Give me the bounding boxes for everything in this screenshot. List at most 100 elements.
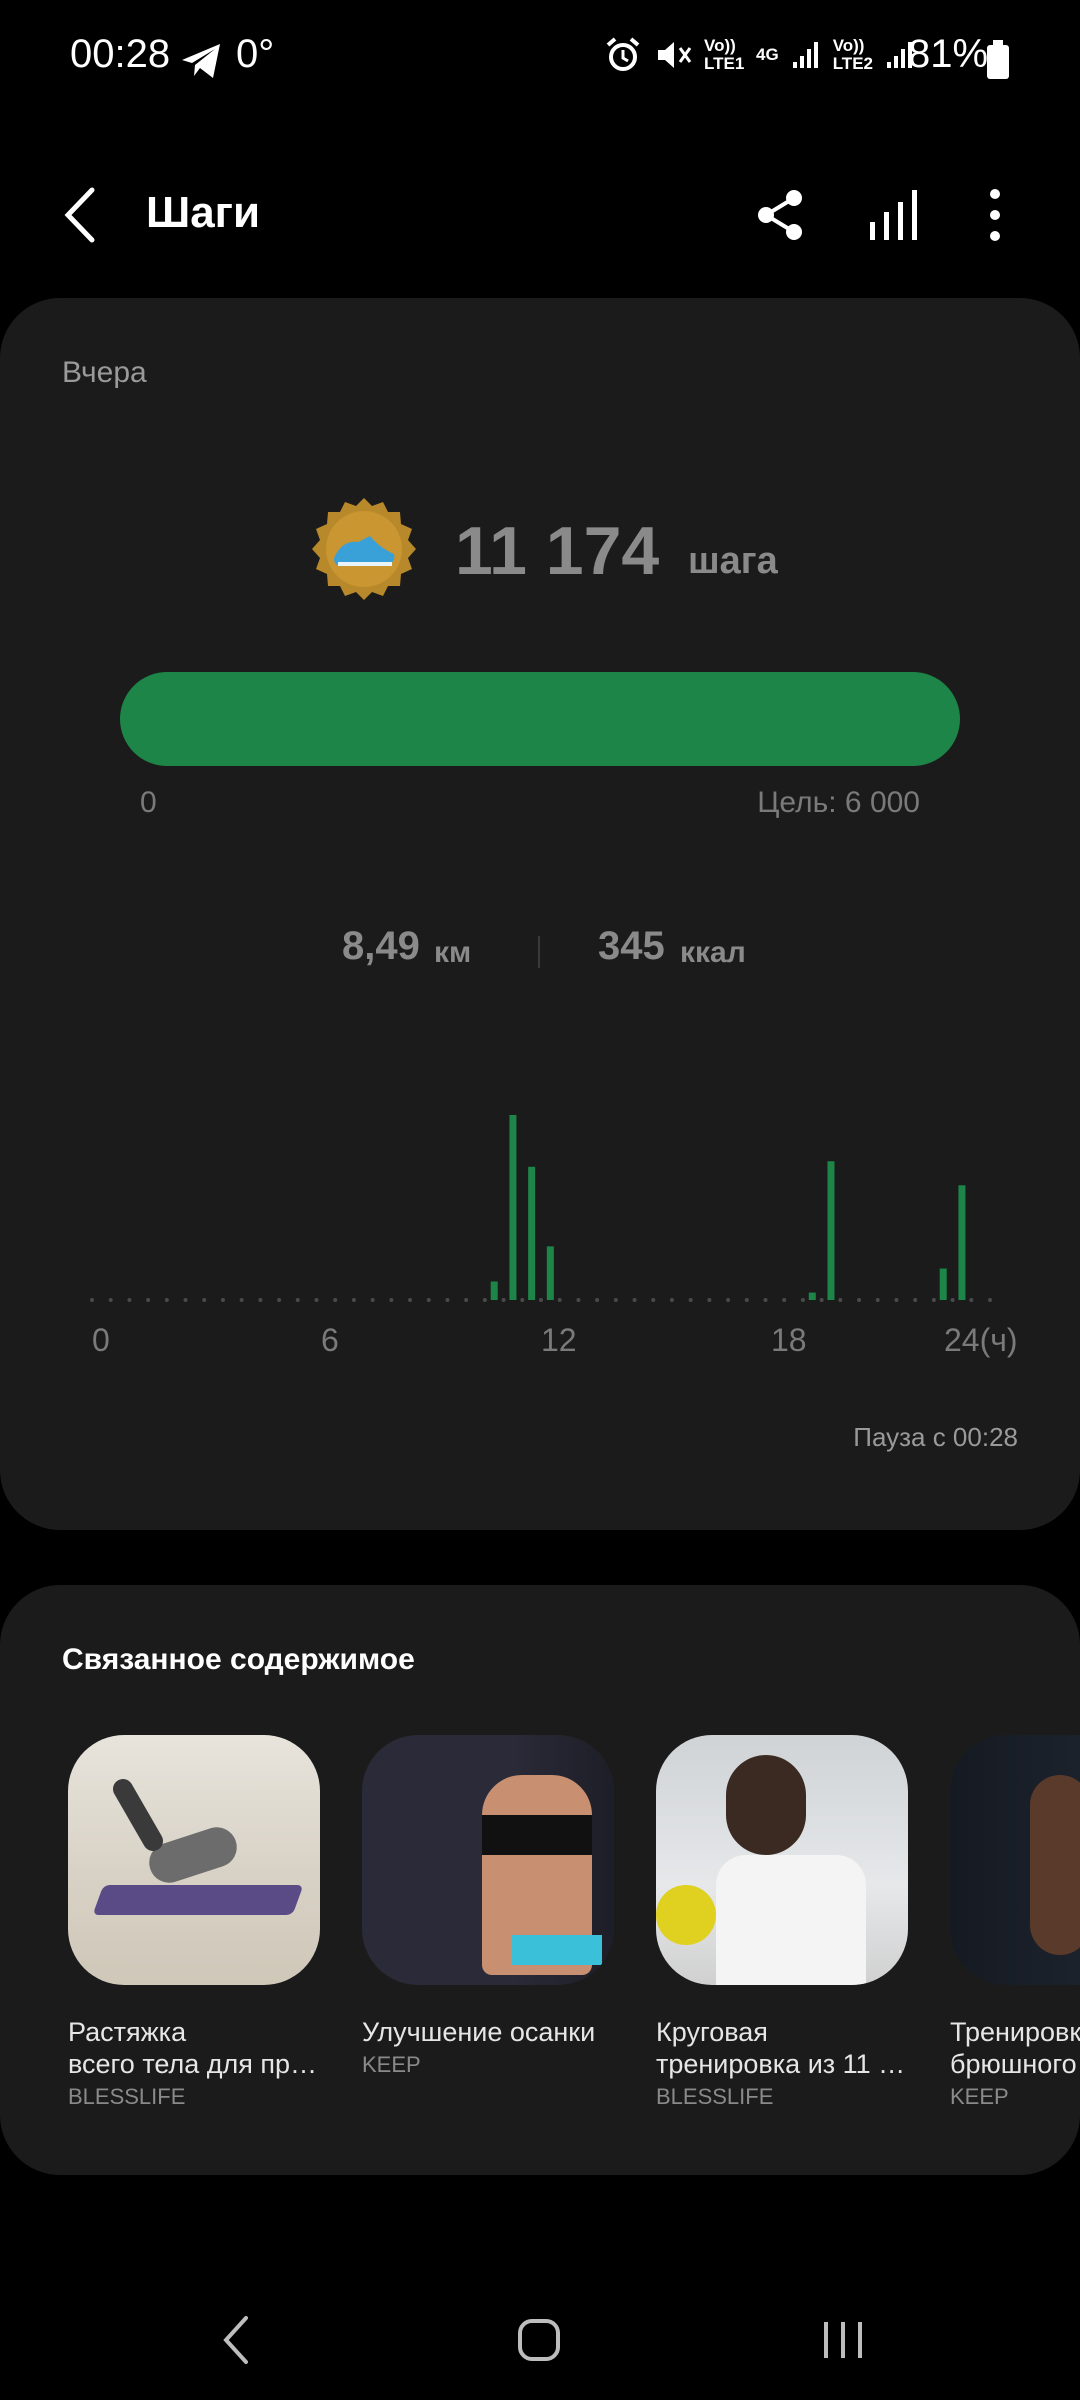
chart-baseline-dot xyxy=(183,1298,188,1302)
nav-recents-button[interactable] xyxy=(798,2300,888,2380)
chart-baseline-dot xyxy=(220,1298,225,1302)
related-item-image[interactable] xyxy=(362,1735,614,1985)
related-item-title[interactable]: Растяжка всего тела для пр… xyxy=(68,2016,317,2080)
chart-baseline-dot xyxy=(800,1298,805,1302)
chart-baseline-dot xyxy=(557,1298,562,1302)
chart-baseline-dot xyxy=(520,1298,525,1302)
4g-label: 4G xyxy=(756,45,779,64)
temperature-label: 0° xyxy=(236,32,275,76)
chart-bar xyxy=(509,1115,517,1300)
chart-baseline-dot xyxy=(669,1298,674,1302)
chart-baseline-dot xyxy=(595,1298,600,1302)
chart-bar xyxy=(808,1292,816,1300)
steps-unit: шага xyxy=(688,540,778,582)
related-item-title[interactable]: Круговая тренировка из 11 … xyxy=(656,2016,905,2080)
related-item-source: KEEP xyxy=(362,2052,421,2077)
x-tick-0: 0 xyxy=(92,1322,110,1358)
chart-baseline-dot xyxy=(127,1298,132,1302)
chart-baseline-dot xyxy=(482,1298,487,1302)
calories-unit: ккал xyxy=(680,936,746,969)
more-icon[interactable] xyxy=(960,180,1030,250)
chart-baseline-dot xyxy=(857,1298,862,1302)
page-title: Шаги xyxy=(146,188,261,237)
chart-baseline-dot xyxy=(539,1298,543,1302)
related-title: Связанное содержимое xyxy=(62,1643,415,1676)
chart-baseline-dot xyxy=(819,1298,824,1302)
related-item-image[interactable] xyxy=(68,1735,320,1985)
chart-baseline-dot xyxy=(277,1298,282,1302)
status-time: 00:28 xyxy=(70,32,171,76)
chart-baseline-dot xyxy=(333,1298,338,1302)
related-item-title[interactable]: Улучшение осанки xyxy=(362,2016,595,2048)
chart-bar xyxy=(490,1281,498,1300)
related-item-title[interactable]: Тренировк брюшного xyxy=(950,2016,1080,2080)
chart-icon[interactable] xyxy=(858,180,928,250)
goal-label: Цель: 6 000 xyxy=(757,786,920,819)
calories-value: 345 xyxy=(598,924,665,968)
hourly-steps-chart xyxy=(90,1115,992,1302)
chart-baseline-dot xyxy=(239,1298,244,1302)
chart-baseline-dot xyxy=(370,1298,375,1302)
chart-baseline-dot xyxy=(202,1298,207,1302)
related-item-image[interactable] xyxy=(656,1735,908,1985)
chart-bar xyxy=(958,1185,966,1300)
chart-baseline-dot xyxy=(576,1298,581,1302)
alarm-icon xyxy=(606,37,640,71)
back-button[interactable] xyxy=(52,180,112,250)
chart-baseline-dot xyxy=(688,1298,693,1302)
steps-progress-bar xyxy=(120,672,960,766)
chart-bar xyxy=(939,1268,947,1300)
chart-baseline-dot xyxy=(389,1298,394,1302)
chart-baseline-dot xyxy=(931,1298,936,1302)
x-tick-24: 24(ч) xyxy=(944,1322,1018,1358)
stats-divider xyxy=(538,936,540,968)
chart-baseline-dot xyxy=(950,1298,955,1302)
chart-baseline-dot xyxy=(726,1298,731,1302)
chart-baseline-dot xyxy=(969,1298,974,1302)
distance-value: 8,49 xyxy=(342,924,420,968)
chart-baseline-dot xyxy=(426,1298,431,1302)
chart-baseline-dot xyxy=(744,1298,749,1302)
x-tick-12: 12 xyxy=(541,1322,577,1358)
steps-value: 11 174 xyxy=(455,513,660,589)
nav-home-button[interactable] xyxy=(494,2300,584,2380)
chart-baseline-dot xyxy=(295,1298,300,1302)
share-icon[interactable] xyxy=(746,180,816,250)
chart-baseline-dot xyxy=(258,1298,263,1302)
chart-baseline-dot xyxy=(838,1298,843,1302)
battery-icon xyxy=(987,40,1009,79)
signal-icon xyxy=(792,42,818,68)
shoe-badge-icon xyxy=(312,498,416,600)
chart-bar xyxy=(827,1161,835,1300)
distance-unit: км xyxy=(434,936,472,969)
chart-baseline-dot xyxy=(632,1298,637,1302)
nav-back-button[interactable] xyxy=(192,2300,282,2380)
volte-lte2-label: Vo)) LTE2 xyxy=(832,36,873,73)
volte-lte1-label: Vo)) LTE1 xyxy=(704,36,745,73)
chart-bar xyxy=(546,1246,554,1300)
chart-baseline-dot xyxy=(501,1298,506,1302)
chart-baseline-dot xyxy=(875,1298,880,1302)
chart-baseline-dot xyxy=(408,1298,413,1302)
chart-baseline-dot xyxy=(913,1298,918,1302)
battery-percent: 81% xyxy=(908,32,989,76)
chart-baseline-dot xyxy=(651,1298,656,1302)
chart-baseline-dot xyxy=(894,1298,899,1302)
chart-bar xyxy=(528,1166,536,1300)
pause-label: Пауза с 00:28 xyxy=(853,1422,1018,1452)
chart-baseline-dot xyxy=(707,1298,712,1302)
chart-baseline-dot xyxy=(314,1298,319,1302)
chart-baseline-dot xyxy=(782,1298,787,1302)
chart-baseline-dot xyxy=(613,1298,618,1302)
progress-min-label: 0 xyxy=(140,786,157,819)
chart-baseline-dot xyxy=(464,1298,469,1302)
related-item-source: BLESSLIFE xyxy=(68,2084,186,2109)
related-item-image[interactable] xyxy=(950,1735,1080,1985)
telegram-icon xyxy=(182,44,220,78)
mute-icon xyxy=(658,42,692,68)
steps-progress-fill xyxy=(120,672,960,766)
chart-baseline-dot xyxy=(164,1298,169,1302)
related-item-source: BLESSLIFE xyxy=(656,2084,774,2109)
chart-baseline-dot xyxy=(763,1298,768,1302)
chart-baseline-dot xyxy=(445,1298,450,1302)
